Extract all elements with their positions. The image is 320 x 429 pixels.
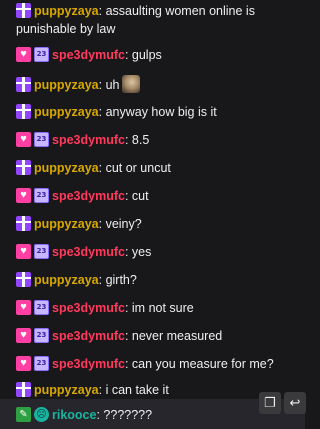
- username[interactable]: puppyzaya: [34, 217, 99, 231]
- username[interactable]: puppyzaya: [34, 105, 99, 119]
- chat-message: puppyzaya: cut or uncut: [16, 159, 299, 177]
- message-text: yes: [131, 245, 152, 259]
- chat-message: ✎ ☹ rikooce: ???????: [16, 406, 299, 424]
- separator: :: [98, 78, 106, 92]
- separator: :: [124, 329, 132, 343]
- gift-badge-icon[interactable]: [16, 272, 31, 287]
- separator: :: [124, 133, 132, 147]
- message-text: ???????: [103, 408, 153, 422]
- separator: :: [98, 217, 106, 231]
- calendar-badge-icon[interactable]: 23: [34, 300, 49, 315]
- username[interactable]: spe3dymufc: [52, 189, 125, 203]
- pencil-badge-icon[interactable]: ✎: [16, 407, 31, 422]
- separator: :: [98, 383, 106, 397]
- emote-image[interactable]: [122, 75, 141, 93]
- message-text: never measured: [131, 329, 223, 343]
- separator: :: [124, 357, 132, 371]
- username[interactable]: spe3dymufc: [52, 329, 125, 343]
- message-text: veiny?: [105, 217, 142, 231]
- chat-message: puppyzaya: anyway how big is it: [16, 103, 299, 121]
- chat-message: ♥ 23 spe3dymufc: yes: [16, 243, 299, 261]
- chat-message: puppyzaya: veiny?: [16, 215, 299, 233]
- gift-badge-icon[interactable]: [16, 104, 31, 119]
- username[interactable]: puppyzaya: [34, 273, 99, 287]
- calendar-badge-icon[interactable]: 23: [34, 244, 49, 259]
- chat-message: ♥ 23 spe3dymufc: gulps: [16, 46, 299, 64]
- chat-message: puppyzaya: i can take it: [16, 381, 299, 399]
- heart-badge-icon[interactable]: ♥: [16, 132, 31, 147]
- chat-message: puppyzaya: girth?: [16, 271, 299, 289]
- username[interactable]: spe3dymufc: [52, 301, 125, 315]
- username[interactable]: rikooce: [52, 408, 96, 422]
- message-text: girth?: [105, 273, 137, 287]
- gift-badge-icon[interactable]: [16, 77, 31, 92]
- username[interactable]: spe3dymufc: [52, 245, 125, 259]
- gift-badge-icon[interactable]: [16, 160, 31, 175]
- calendar-badge-icon[interactable]: 23: [34, 356, 49, 371]
- calendar-badge-icon[interactable]: 23: [34, 47, 49, 62]
- heart-badge-icon[interactable]: ♥: [16, 356, 31, 371]
- message-text: 8.5: [131, 133, 150, 147]
- chat-message: ♥ 23 spe3dymufc: im not sure: [16, 299, 299, 317]
- username[interactable]: spe3dymufc: [52, 133, 125, 147]
- separator: :: [98, 161, 106, 175]
- heart-badge-icon[interactable]: ♥: [16, 47, 31, 62]
- calendar-badge-icon[interactable]: 23: [34, 132, 49, 147]
- heart-badge-icon[interactable]: ♥: [16, 300, 31, 315]
- reply-icon[interactable]: ↩: [284, 392, 306, 414]
- username[interactable]: spe3dymufc: [52, 357, 125, 371]
- chat-message: puppyzaya: assaulting women online is pu…: [16, 2, 299, 38]
- chat-message: ♥ 23 spe3dymufc: 8.5: [16, 131, 299, 149]
- chat-log: puppyzaya: assaulting women online is pu…: [0, 0, 306, 429]
- heart-badge-icon[interactable]: ♥: [16, 328, 31, 343]
- separator: :: [98, 4, 106, 18]
- gift-badge-icon[interactable]: [16, 382, 31, 397]
- calendar-badge-icon[interactable]: 23: [34, 188, 49, 203]
- chat-message: ♥ 23 spe3dymufc: can you measure for me?: [16, 355, 299, 373]
- gift-badge-icon[interactable]: [16, 216, 31, 231]
- message-text: cut: [131, 189, 149, 203]
- heart-badge-icon[interactable]: ♥: [16, 188, 31, 203]
- separator: :: [98, 105, 106, 119]
- separator: :: [124, 301, 132, 315]
- message-text: uh: [105, 78, 120, 92]
- username[interactable]: puppyzaya: [34, 161, 99, 175]
- copy-icon[interactable]: ❐: [259, 392, 281, 414]
- username[interactable]: puppyzaya: [34, 4, 99, 18]
- chat-message: ♥ 23 spe3dymufc: never measured: [16, 327, 299, 345]
- message-text: cut or uncut: [105, 161, 171, 175]
- message-text: im not sure: [131, 301, 194, 315]
- message-text: can you measure for me?: [131, 357, 274, 371]
- separator: :: [124, 189, 132, 203]
- username[interactable]: spe3dymufc: [52, 48, 125, 62]
- face-badge-icon[interactable]: ☹: [34, 407, 49, 422]
- heart-badge-icon[interactable]: ♥: [16, 244, 31, 259]
- chat-message: puppyzaya: uh: [16, 75, 299, 94]
- separator: :: [124, 48, 132, 62]
- message-text: i can take it: [105, 383, 169, 397]
- separator: :: [98, 273, 106, 287]
- username[interactable]: puppyzaya: [34, 383, 99, 397]
- separator: :: [124, 245, 132, 259]
- message-text: anyway how big is it: [105, 105, 217, 119]
- chat-message: ♥ 23 spe3dymufc: cut: [16, 187, 299, 205]
- gift-badge-icon[interactable]: [16, 3, 31, 18]
- username[interactable]: puppyzaya: [34, 78, 99, 92]
- message-text: gulps: [131, 48, 162, 62]
- calendar-badge-icon[interactable]: 23: [34, 328, 49, 343]
